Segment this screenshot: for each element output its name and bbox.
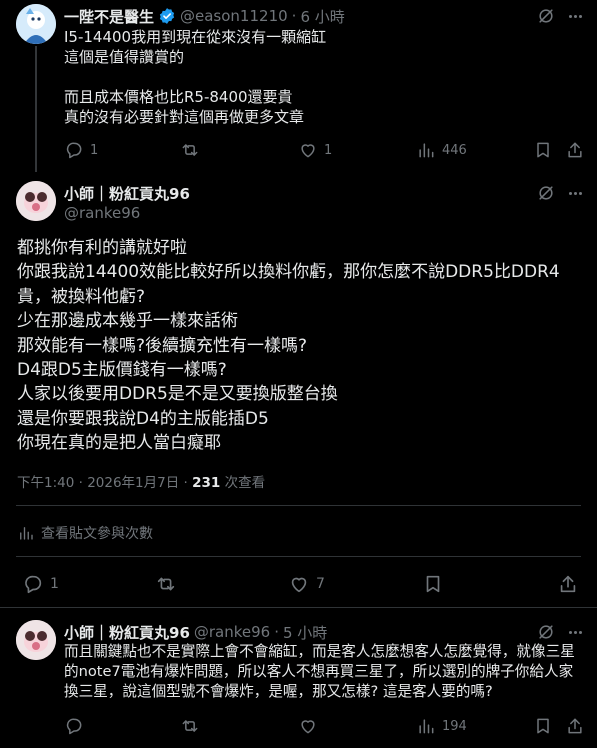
- divider: [16, 556, 581, 557]
- bookmark-icon: [426, 575, 440, 593]
- avatar[interactable]: [16, 4, 56, 44]
- avatar[interactable]: [16, 620, 56, 660]
- bookmark-button[interactable]: [533, 140, 553, 160]
- bookmark-icon: [537, 718, 549, 734]
- post-analytics-link[interactable]: 查看貼文參與次數: [17, 523, 153, 543]
- grok-icon[interactable]: [536, 183, 556, 207]
- retweet-button[interactable]: [180, 140, 200, 160]
- share-button[interactable]: [557, 573, 579, 595]
- timestamp[interactable]: 6 小時: [300, 6, 344, 27]
- avatar-image: [16, 181, 56, 221]
- retweet-button[interactable]: [180, 716, 200, 736]
- more-icon[interactable]: [565, 622, 585, 642]
- tweet-datetime[interactable]: 下午1:40 · 2026年1月7日 ·: [17, 475, 192, 491]
- share-icon: [560, 575, 576, 593]
- display-name[interactable]: 小師｜粉紅貢丸96: [64, 183, 190, 204]
- tweet-text: 而且關鍵點也不是實際上會不會縮缸，而是客人怎麼想客人怎麼覺得，就像三星的note…: [64, 643, 575, 700]
- share-icon: [568, 142, 582, 158]
- separator-dot: ·: [291, 7, 297, 25]
- retweet-icon: [157, 577, 175, 591]
- divider: [16, 505, 581, 506]
- divider: [0, 607, 597, 608]
- more-icon[interactable]: [565, 183, 585, 203]
- like-count: 7: [316, 576, 325, 592]
- retweet-button[interactable]: [155, 573, 177, 595]
- views-label: 次查看: [220, 475, 266, 491]
- views-count: 194: [442, 718, 467, 734]
- reply-icon: [66, 718, 82, 735]
- heart-icon: [301, 720, 315, 734]
- more-icon[interactable]: [565, 6, 585, 26]
- reply-button[interactable]: 1: [22, 573, 59, 595]
- views-count: 231: [192, 475, 221, 491]
- tweet-text: 都挑你有利的講就好啦 你跟我說14400效能比較好所以換料你虧，那你怎麼不說DD…: [17, 238, 560, 454]
- heart-icon: [301, 144, 315, 158]
- like-count: 1: [324, 142, 333, 158]
- share-button[interactable]: [565, 140, 585, 160]
- heart-icon: [291, 577, 307, 593]
- avatar[interactable]: [16, 181, 56, 221]
- bookmark-button[interactable]: [422, 573, 444, 595]
- reply-count: 1: [50, 576, 59, 592]
- analytics-icon: [20, 527, 33, 540]
- reply-icon: [66, 142, 82, 159]
- retweet-icon: [182, 720, 198, 732]
- handle[interactable]: @ranke96: [64, 204, 140, 222]
- separator-dot: ·: [274, 623, 279, 641]
- views-count: 446: [442, 142, 467, 158]
- timestamp[interactable]: 5 小時: [283, 622, 327, 643]
- reply-icon: [25, 575, 42, 594]
- tweet-header: 小師｜粉紅貢丸96 @ranke96 · 5 小時: [64, 622, 327, 642]
- share-button[interactable]: [565, 716, 585, 736]
- display-name[interactable]: 一陛不是醫生: [64, 6, 154, 27]
- views-button[interactable]: 446: [416, 140, 467, 160]
- bookmark-icon: [537, 142, 549, 158]
- tweet-meta: 下午1:40 · 2026年1月7日 · 231 次查看: [17, 471, 265, 491]
- handle[interactable]: @eason11210: [180, 7, 288, 25]
- views-icon: [419, 719, 434, 734]
- verified-badge-icon: [158, 7, 176, 25]
- display-name[interactable]: 小師｜粉紅貢丸96: [64, 622, 190, 643]
- analytics-label: 查看貼文參與次數: [41, 526, 153, 542]
- avatar-image: [16, 4, 56, 44]
- handle[interactable]: @ranke96: [194, 623, 270, 641]
- share-icon: [568, 718, 582, 734]
- thread-line: [35, 46, 37, 172]
- views-button[interactable]: 194: [416, 716, 467, 736]
- avatar-image: [16, 620, 56, 660]
- reply-count: 1: [90, 142, 99, 158]
- bookmark-button[interactable]: [533, 716, 553, 736]
- tweet-header: 一陛不是醫生 @eason11210 · 6 小時: [64, 6, 345, 26]
- like-button[interactable]: [298, 716, 318, 736]
- reply-button[interactable]: [64, 716, 84, 736]
- retweet-icon: [182, 144, 198, 156]
- reply-button[interactable]: 1: [64, 140, 98, 160]
- views-icon: [419, 143, 434, 158]
- tweet-text: I5-14400我用到現在從來沒有一顆縮缸 這個是值得讚賞的 而且成本價格也比R…: [64, 28, 327, 126]
- like-button[interactable]: 7: [288, 573, 325, 595]
- like-button[interactable]: 1: [298, 140, 332, 160]
